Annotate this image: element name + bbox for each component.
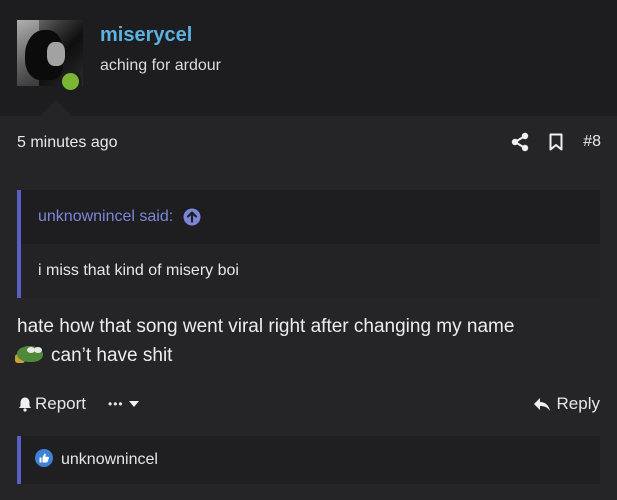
user-block: miserycel aching for ardour bbox=[0, 0, 617, 116]
reply-label: Reply bbox=[556, 394, 600, 413]
like-icon[interactable] bbox=[35, 448, 53, 472]
chevron-down-icon bbox=[128, 401, 139, 407]
message-line-1: hate how that song went viral right afte… bbox=[17, 316, 515, 337]
footer-left-actions: Report ••• bbox=[17, 394, 140, 414]
reaction-users[interactable]: unknownincel bbox=[61, 451, 158, 469]
message-line-2: can’t have shit bbox=[51, 345, 173, 366]
post-timestamp[interactable]: 5 minutes ago bbox=[17, 134, 118, 152]
share-icon[interactable] bbox=[511, 132, 529, 152]
more-label: ••• bbox=[108, 397, 124, 411]
message-arrow bbox=[40, 100, 72, 116]
post: 5 minutes ago #8 unknownincel said: i mi… bbox=[0, 116, 617, 500]
report-button[interactable]: Report bbox=[17, 394, 86, 414]
quote-header: unknownincel said: bbox=[21, 190, 600, 244]
bell-icon bbox=[19, 397, 31, 412]
post-message: hate how that song went viral right afte… bbox=[15, 312, 602, 370]
reactions-bar: unknownincel bbox=[17, 436, 600, 484]
message-line-2-wrap: can’t have shit bbox=[15, 341, 602, 370]
post-number[interactable]: #8 bbox=[583, 133, 601, 151]
bookmark-icon[interactable] bbox=[549, 133, 563, 151]
page: miserycel aching for ardour 5 minutes ag… bbox=[0, 0, 617, 500]
post-footer: Report ••• Reply bbox=[17, 392, 600, 416]
arrow-up-circle-icon[interactable] bbox=[183, 208, 201, 226]
online-status-dot bbox=[59, 70, 82, 93]
user-title: aching for ardour bbox=[100, 57, 221, 74]
quote-block: unknownincel said: i miss that kind of m… bbox=[17, 190, 600, 298]
username[interactable]: miserycel bbox=[100, 24, 192, 47]
quote-author[interactable]: unknownincel said: bbox=[38, 208, 173, 226]
reply-icon bbox=[533, 397, 550, 411]
post-actions: #8 bbox=[511, 132, 601, 152]
reply-button[interactable]: Reply bbox=[533, 394, 600, 414]
more-options-button[interactable]: ••• bbox=[108, 397, 140, 411]
quote-text: i miss that kind of misery boi bbox=[21, 244, 600, 298]
pepe-emoji-icon bbox=[15, 344, 43, 364]
report-label: Report bbox=[35, 394, 87, 413]
